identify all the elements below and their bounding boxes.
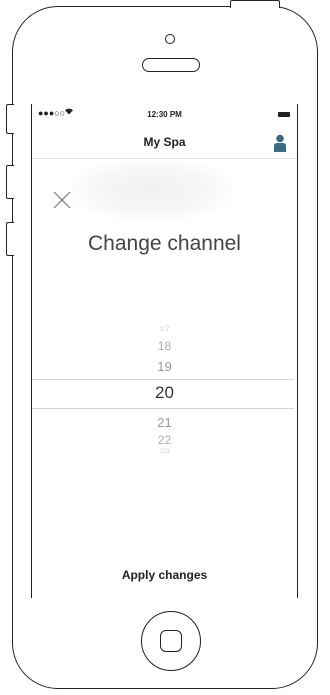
earpiece-speaker: [142, 58, 200, 72]
volume-up-button: [6, 165, 14, 199]
status-bar: ●●●○○ 12:30 PM: [32, 104, 297, 124]
picker-item[interactable]: 18: [32, 339, 297, 353]
phone-screen: ●●●○○ 12:30 PM My Spa Change channel 17 …: [31, 104, 298, 598]
volume-down-button: [6, 222, 14, 256]
apply-changes-button[interactable]: Apply changes: [32, 568, 297, 582]
front-camera: [165, 34, 175, 44]
picker-item[interactable]: 17: [32, 326, 297, 333]
picker-selection-top-line: [32, 379, 294, 380]
status-time: 12:30 PM: [147, 110, 182, 119]
battery-icon: [278, 112, 290, 117]
channel-picker[interactable]: 17 18 19 20 21 22 23: [32, 322, 297, 482]
picker-item[interactable]: 21: [32, 415, 297, 430]
close-icon[interactable]: [52, 190, 72, 210]
home-button-square: [160, 630, 182, 652]
page-title: My Spa: [143, 135, 186, 149]
navigation-bar: My Spa: [32, 124, 297, 159]
picker-item[interactable]: 23: [32, 448, 297, 455]
picker-item[interactable]: 22: [32, 433, 297, 447]
profile-icon[interactable]: [273, 134, 287, 152]
power-button: [230, 0, 280, 8]
picker-item[interactable]: 19: [32, 359, 297, 374]
modal-title: Change channel: [88, 232, 241, 255]
mute-switch: [6, 104, 14, 134]
picker-selected-item[interactable]: 20: [32, 383, 297, 403]
picker-selection-bottom-line: [32, 408, 294, 409]
background-blur: [72, 160, 232, 220]
